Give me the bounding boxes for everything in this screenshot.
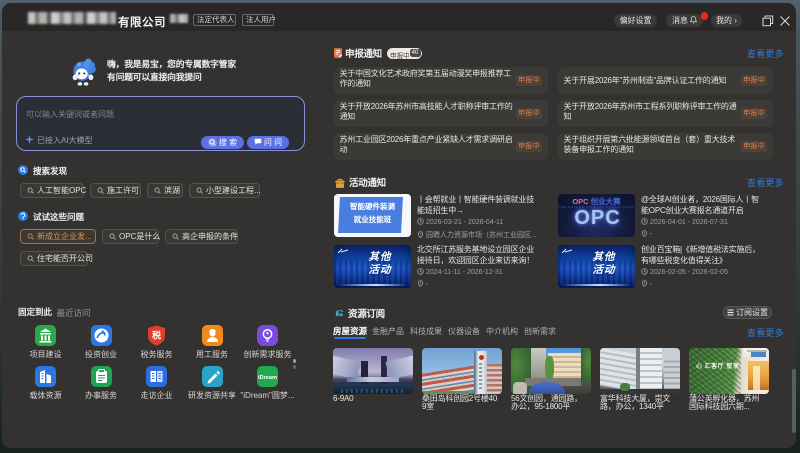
svg-text:iDream: iDream: [258, 375, 277, 381]
svg-text:税: 税: [152, 330, 161, 341]
